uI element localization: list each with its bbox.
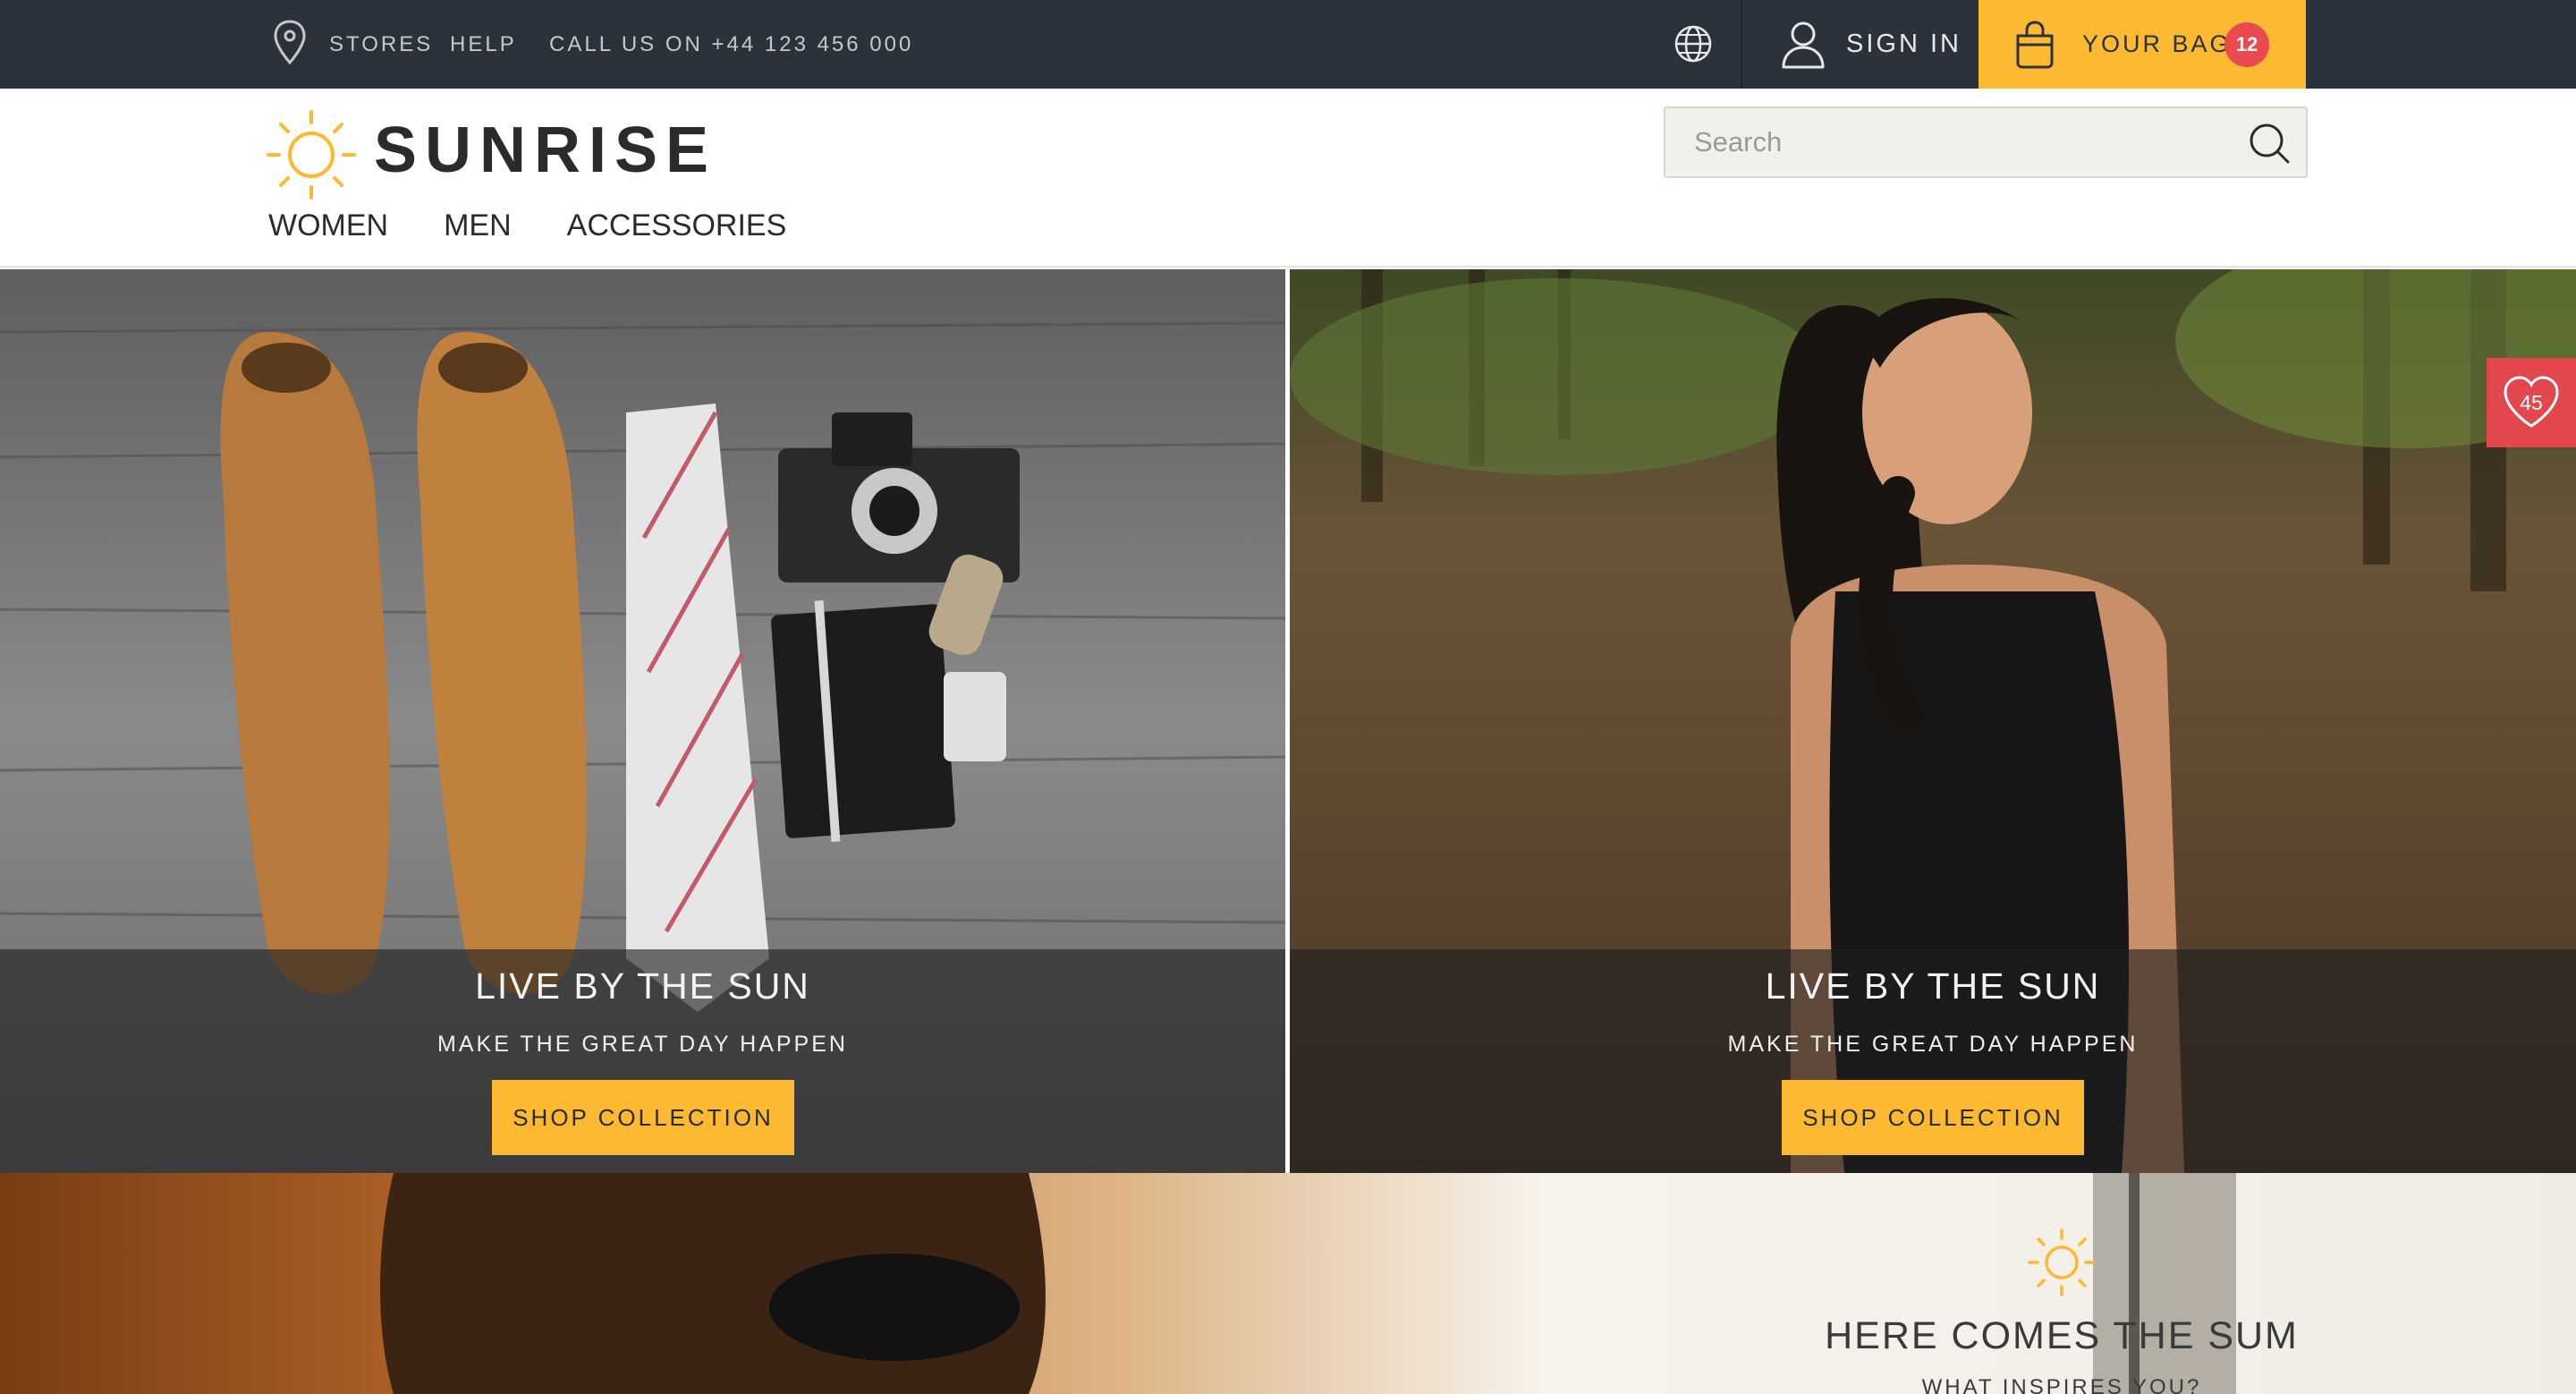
bag-icon	[2016, 20, 2054, 68]
wishlist-tab[interactable]: 45	[2487, 358, 2576, 447]
sign-in-label: SIGN IN	[1846, 30, 1962, 58]
stores-link[interactable]: STORES	[329, 0, 433, 89]
sunglasses-man-image	[0, 1173, 2576, 1394]
promo-subtitle: WHAT INSPIRES YOU?	[1921, 1375, 2202, 1394]
hero-title: LIVE BY THE SUN	[1765, 965, 2101, 1007]
shop-collection-button[interactable]: SHOP COLLECTION	[492, 1080, 794, 1155]
user-icon	[1782, 21, 1825, 68]
nav-item-women[interactable]: WOMEN	[268, 208, 388, 243]
globe-icon[interactable]	[1673, 23, 1714, 64]
search-input[interactable]	[1665, 108, 2238, 176]
shop-collection-button[interactable]: SHOP COLLECTION	[1782, 1080, 2084, 1155]
help-link[interactable]: HELP	[450, 0, 517, 89]
wishlist-count: 45	[2520, 390, 2543, 414]
sun-icon	[2028, 1228, 2096, 1296]
bag-count-badge: 12	[2224, 22, 2269, 67]
nav-item-accessories[interactable]: ACCESSORIES	[567, 208, 787, 243]
hero-caption: LIVE BY THE SUN MAKE THE GREAT DAY HAPPE…	[1290, 949, 2576, 1173]
top-bar: STORES HELP CALL US ON +44 123 456 000 S…	[0, 0, 2576, 89]
hero-title: LIVE BY THE SUN	[475, 965, 810, 1007]
sign-in-button[interactable]: SIGN IN	[1742, 0, 1977, 89]
pin-icon	[274, 20, 306, 65]
hero-panel-women: LIVE BY THE SUN MAKE THE GREAT DAY HAPPE…	[1290, 269, 2576, 1173]
search-icon[interactable]	[2247, 121, 2292, 166]
main-nav: WOMEN MEN ACCESSORIES	[268, 208, 842, 243]
hero-panel-men: LIVE BY THE SUN MAKE THE GREAT DAY HAPPE…	[0, 269, 1285, 1173]
hero-subtitle: MAKE THE GREAT DAY HAPPEN	[1727, 1032, 2139, 1057]
call-us-text: CALL US ON +44 123 456 000	[549, 31, 914, 56]
sun-logo-icon[interactable]	[265, 108, 358, 201]
promo-title: HERE COMES THE SUM	[1825, 1314, 2299, 1357]
nav-item-men[interactable]: MEN	[444, 208, 512, 243]
your-bag-button[interactable]: YOUR BAG 12	[1979, 0, 2306, 89]
site-header: SUNRISE WOMEN MEN ACCESSORIES	[0, 89, 2576, 268]
search-box	[1664, 106, 2308, 178]
hero-caption: LIVE BY THE SUN MAKE THE GREAT DAY HAPPE…	[0, 949, 1285, 1173]
hero-subtitle: MAKE THE GREAT DAY HAPPEN	[437, 1032, 848, 1057]
promo-section: HERE COMES THE SUM WHAT INSPIRES YOU?	[0, 1173, 2576, 1394]
bag-label: YOUR BAG	[2082, 30, 2232, 57]
logo-text[interactable]: SUNRISE	[374, 114, 716, 187]
